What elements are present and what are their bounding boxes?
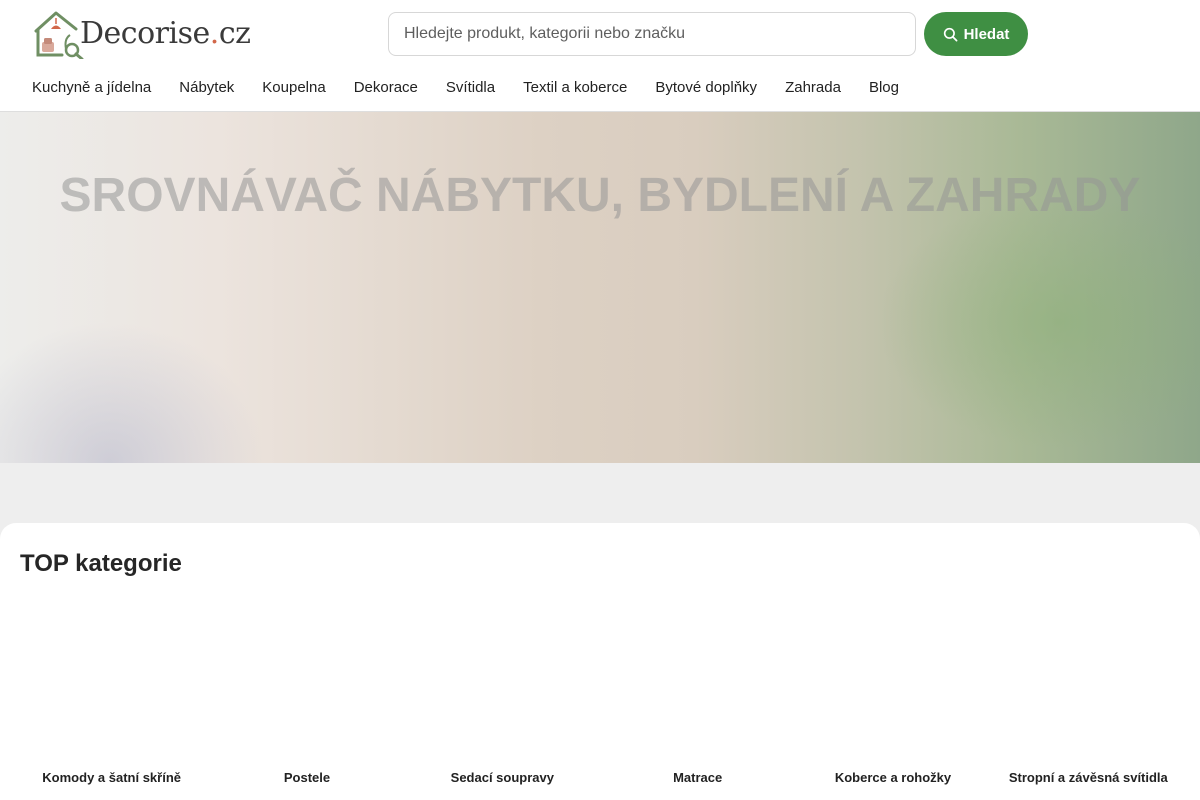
nav-item-nabytek[interactable]: Nábytek: [179, 78, 234, 98]
logo-wordmark: Decorise.cz: [80, 16, 251, 51]
section-title: TOP kategorie: [20, 550, 182, 577]
category-image: [1012, 603, 1163, 753]
search-icon: [943, 27, 958, 41]
site-logo[interactable]: Decorise.cz: [32, 9, 251, 59]
category-image: [426, 603, 577, 753]
nav-item-blog[interactable]: Blog: [869, 78, 899, 98]
category-image: [621, 603, 772, 753]
search-button[interactable]: Hledat: [924, 12, 1028, 56]
category-label: Koberce a rohožky: [834, 770, 952, 785]
top-categories-section: TOP kategorie Komody a šatní skříně Post…: [0, 523, 1200, 800]
category-card[interactable]: Matrace: [600, 583, 795, 800]
search-input[interactable]: [404, 25, 900, 43]
category-card[interactable]: Komody a šatní skříně: [14, 583, 209, 800]
category-card[interactable]: Sedací soupravy: [405, 583, 600, 800]
site-header: Decorise.cz Hledat Kuchyně a jídelna Náb…: [0, 0, 1200, 112]
category-image: [36, 603, 186, 753]
category-card[interactable]: Stropní a závěsná svítidla: [991, 583, 1186, 800]
main-nav: Kuchyně a jídelna Nábytek Koupelna Dekor…: [32, 78, 899, 98]
search-box: [388, 12, 916, 56]
category-image: [231, 603, 382, 753]
category-list: Komody a šatní skříně Postele Sedací sou…: [14, 583, 1186, 800]
house-logo-icon: [34, 11, 84, 59]
search-button-label: Hledat: [963, 25, 1010, 43]
category-label: Postele: [283, 770, 331, 785]
nav-item-kuchyne[interactable]: Kuchyně a jídelna: [32, 78, 151, 98]
hero-banner: SROVNÁVAČ NÁBYTKU, BYDLENÍ A ZAHRADY: [0, 112, 1200, 463]
category-label: Komody a šatní skříně: [42, 770, 182, 785]
category-card[interactable]: Postele: [209, 583, 404, 800]
nav-item-dekorace[interactable]: Dekorace: [354, 78, 418, 98]
category-label: Matrace: [673, 770, 723, 785]
nav-item-textil[interactable]: Textil a koberce: [523, 78, 627, 98]
hero-title: SROVNÁVAČ NÁBYTKU, BYDLENÍ A ZAHRADY: [59, 169, 1141, 222]
nav-item-doplnky[interactable]: Bytové doplňky: [655, 78, 757, 98]
category-image: [817, 603, 968, 753]
nav-item-zahrada[interactable]: Zahrada: [785, 78, 841, 98]
category-label: Stropní a závěsná svítidla: [1008, 770, 1168, 785]
nav-item-koupelna[interactable]: Koupelna: [262, 78, 325, 98]
category-label: Sedací soupravy: [450, 770, 554, 785]
nav-item-svitidla[interactable]: Svítidla: [446, 78, 495, 98]
category-card[interactable]: Koberce a rohožky: [795, 583, 990, 800]
